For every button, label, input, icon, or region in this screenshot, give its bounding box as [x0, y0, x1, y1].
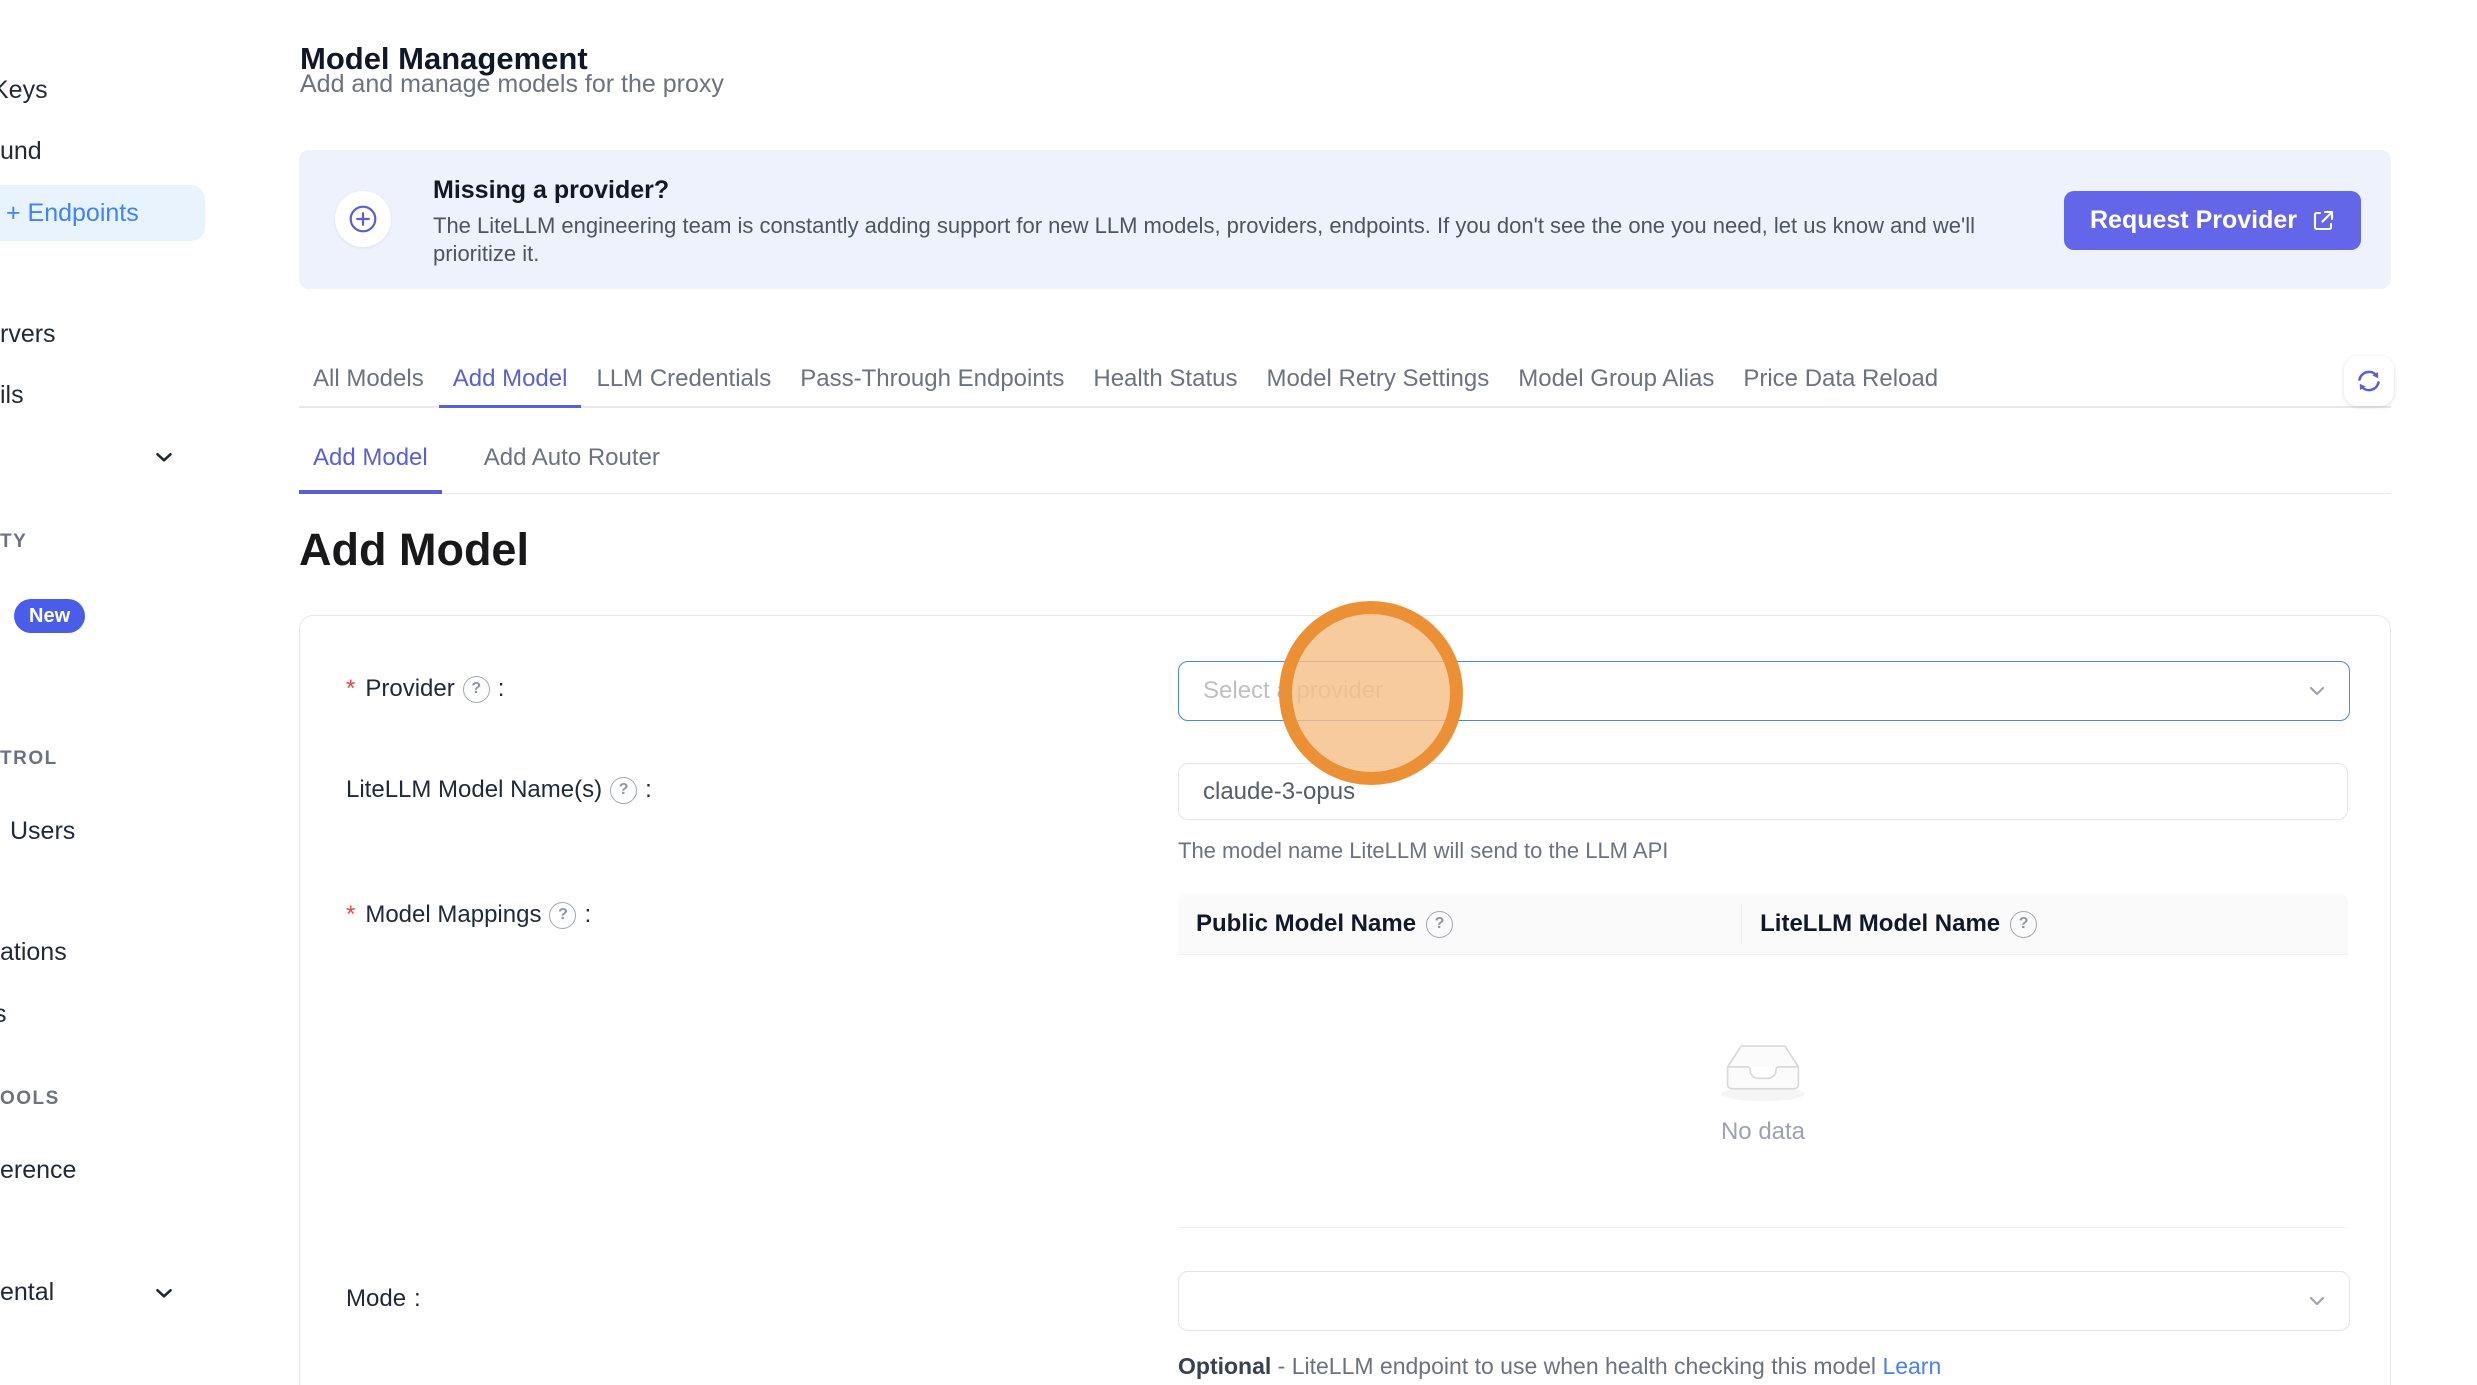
- model-name-label-text: LiteLLM Model Name(s): [346, 776, 602, 804]
- sidebar-section-access-control: TROL: [0, 748, 58, 770]
- sidebar-item-organizations[interactable]: ations: [0, 938, 67, 967]
- refresh-button[interactable]: [2344, 356, 2394, 406]
- column-header-litellm-model-name: LiteLLM Model Name ?: [1742, 894, 2348, 954]
- label-colon: :: [498, 675, 505, 703]
- label-colon: :: [584, 901, 591, 929]
- model-mappings-table: Public Model Name ? LiteLLM Model Name ?…: [1178, 894, 2348, 1228]
- refresh-icon: [2354, 366, 2384, 396]
- tab-model-retry-settings[interactable]: Model Retry Settings: [1252, 355, 1503, 406]
- hint-body: - LiteLLM endpoint to use when health ch…: [1271, 1353, 1882, 1379]
- required-mark: *: [346, 675, 355, 703]
- mode-label: Mode :: [346, 1285, 421, 1313]
- mode-label-text: Mode: [346, 1285, 406, 1313]
- help-icon[interactable]: ?: [1426, 911, 1453, 938]
- model-name-helper-text: The model name LiteLLM will send to the …: [1178, 838, 1668, 864]
- model-name-label: LiteLLM Model Name(s) ? :: [346, 776, 652, 804]
- sidebar-item-playground[interactable]: und: [0, 137, 42, 166]
- subtab-add-auto-router[interactable]: Add Auto Router: [470, 432, 674, 493]
- help-icon[interactable]: ?: [463, 676, 490, 703]
- banner-body: The LiteLLM engineering team is constant…: [433, 212, 2003, 268]
- model-tabs: All Models Add Model LLM Credentials Pas…: [299, 355, 2391, 408]
- chevron-down-icon[interactable]: [151, 444, 177, 470]
- add-model-heading: Add Model: [299, 520, 529, 580]
- help-icon[interactable]: ?: [2010, 911, 2037, 938]
- external-link-icon: [2311, 209, 2335, 233]
- provider-select[interactable]: Select a provider: [1178, 661, 2350, 721]
- no-data-text: No data: [1721, 1118, 1805, 1146]
- tab-health-status[interactable]: Health Status: [1079, 355, 1251, 406]
- sidebar-item-guardrails[interactable]: ils: [0, 381, 24, 410]
- chevron-down-icon[interactable]: [151, 1280, 177, 1306]
- tab-llm-credentials[interactable]: LLM Credentials: [582, 355, 785, 406]
- sidebar-item-keys[interactable]: Keys: [0, 76, 48, 105]
- model-mappings-label: * Model Mappings ? :: [346, 901, 591, 929]
- label-colon: :: [645, 776, 652, 804]
- provider-select-placeholder: Select a provider: [1203, 677, 1383, 705]
- model-mappings-label-text: Model Mappings: [365, 901, 541, 929]
- help-icon[interactable]: ?: [549, 902, 576, 929]
- plus-circle-icon: [335, 191, 391, 247]
- provider-label-text: Provider: [365, 675, 454, 703]
- mode-hint-text: Optional - LiteLLM endpoint to use when …: [1178, 1353, 1941, 1380]
- column-header-text: LiteLLM Model Name: [1760, 910, 2000, 938]
- tab-pass-through-endpoints[interactable]: Pass-Through Endpoints: [786, 355, 1078, 406]
- add-model-form-card: * Provider ? : Select a provider LiteLLM…: [299, 615, 2391, 1385]
- app-screen: Keys und + Endpoints rvers ils TY New TR…: [0, 0, 2477, 1385]
- request-provider-button[interactable]: Request Provider: [2064, 191, 2361, 250]
- table-header-row: Public Model Name ? LiteLLM Model Name ?: [1178, 894, 2348, 955]
- table-empty-state: No data: [1178, 955, 2348, 1228]
- sidebar-section-security: TY: [0, 531, 27, 553]
- column-header-text: Public Model Name: [1196, 910, 1416, 938]
- sidebar-item-users[interactable]: Users: [10, 817, 75, 846]
- sidebar-section-tools: OOLS: [0, 1088, 60, 1110]
- sidebar-item-servers[interactable]: rvers: [0, 320, 56, 349]
- required-mark: *: [346, 901, 355, 929]
- add-model-subtabs: Add Model Add Auto Router: [299, 432, 2391, 494]
- provider-label: * Provider ? :: [346, 675, 504, 703]
- missing-provider-banner: Missing a provider? The LiteLLM engineer…: [299, 150, 2391, 289]
- new-badge: New: [14, 599, 85, 633]
- sidebar-item-endpoints-label: + Endpoints: [6, 199, 139, 228]
- sidebar-item-inference[interactable]: erence: [0, 1156, 76, 1185]
- sidebar-item-teams[interactable]: s: [0, 1000, 7, 1029]
- sidebar-item-endpoints-active[interactable]: + Endpoints: [0, 185, 205, 241]
- empty-inbox-icon: [1713, 1036, 1813, 1104]
- request-provider-label: Request Provider: [2090, 206, 2297, 235]
- tab-add-model[interactable]: Add Model: [439, 355, 582, 408]
- tab-price-data-reload[interactable]: Price Data Reload: [1729, 355, 1952, 406]
- tab-all-models[interactable]: All Models: [299, 355, 438, 406]
- chevron-down-icon: [2305, 679, 2329, 708]
- subtab-add-model[interactable]: Add Model: [299, 432, 442, 494]
- mode-select[interactable]: [1178, 1271, 2350, 1331]
- sidebar-item-experimental[interactable]: ental: [0, 1278, 54, 1307]
- hint-optional: Optional: [1178, 1353, 1271, 1379]
- tab-model-group-alias[interactable]: Model Group Alias: [1504, 355, 1728, 406]
- learn-link[interactable]: Learn: [1882, 1353, 1941, 1379]
- banner-title: Missing a provider?: [433, 176, 669, 205]
- label-colon: :: [414, 1285, 421, 1313]
- help-icon[interactable]: ?: [610, 777, 637, 804]
- page-subtitle: Add and manage models for the proxy: [300, 70, 724, 99]
- chevron-down-icon: [2305, 1289, 2329, 1318]
- model-name-input[interactable]: [1178, 763, 2348, 820]
- column-header-public-model-name: Public Model Name ?: [1178, 894, 1742, 954]
